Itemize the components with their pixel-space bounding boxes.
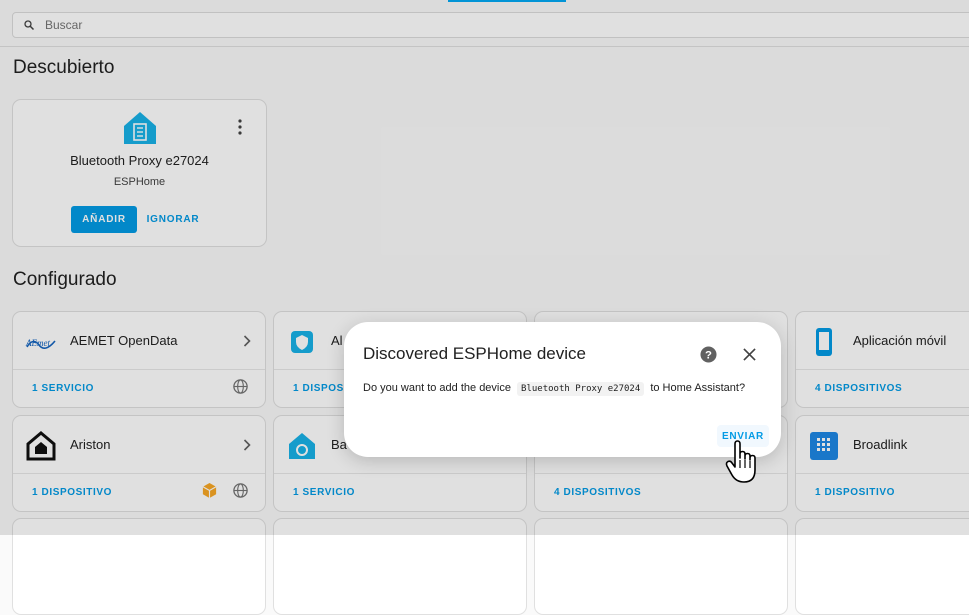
dialog-message: Do you want to add the device Bluetooth … [363,382,746,396]
close-icon[interactable] [743,348,756,361]
hand-pointer-icon [725,440,756,483]
dialog-text-before: Do you want to add the device [363,382,511,394]
device-name-code: Bluetooth Proxy e27024 [517,382,645,396]
svg-text:?: ? [705,349,712,361]
dialog-title: Discovered ESPHome device [363,344,586,363]
help-icon[interactable]: ? [700,346,717,363]
discovered-device-dialog: Discovered ESPHome device ? Do you want … [344,322,781,457]
dialog-text-after: to Home Assistant? [650,382,746,394]
